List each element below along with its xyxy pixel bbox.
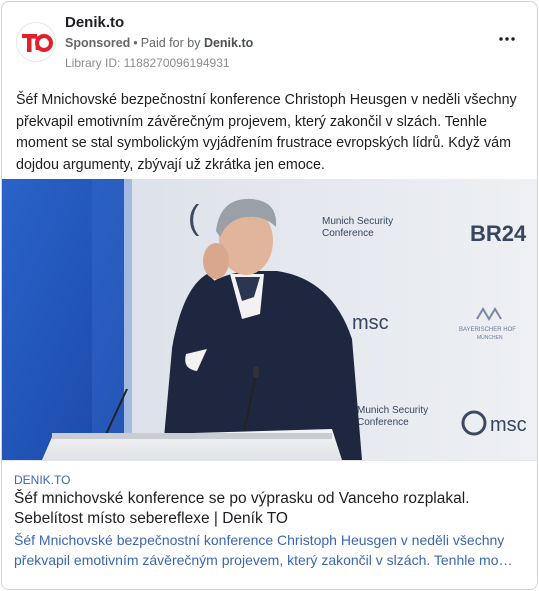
backdrop-text-1: Munich Security	[322, 216, 393, 227]
paid-for-by-label: Paid for by	[140, 36, 201, 50]
more-options-button[interactable]	[495, 30, 519, 48]
svg-text:(: (	[188, 199, 200, 237]
backdrop-text-4: Conference	[357, 417, 409, 428]
link-headline[interactable]: Šéf mnichovské konference se po výprasku…	[14, 489, 526, 529]
backdrop-msc-mid: msc	[352, 312, 389, 334]
link-preview[interactable]: DENIK.TO Šéf mnichovské konference se po…	[2, 460, 537, 589]
library-id: Library ID: 1188270096194931	[65, 56, 230, 70]
link-description-line-2: překvapil emotivním závěrečným projevem,…	[14, 552, 520, 568]
backdrop-bayerischer: BAYERISCHER HOF	[459, 327, 516, 333]
denik-to-logo-icon: T	[17, 23, 55, 61]
backdrop-text-3: Munich Security	[357, 405, 428, 416]
link-description: Šéf Mnichovské bezpečnostní konference C…	[14, 530, 526, 570]
speaker-photo: ( Munich Security Conference BR24 msc BA…	[2, 179, 537, 460]
backdrop-text-2: Conference	[322, 228, 374, 239]
page-avatar[interactable]: T	[16, 22, 56, 62]
link-description-line-1: Šéf Mnichovské bezpečnostní konference C…	[14, 532, 505, 548]
sponsored-line: Sponsored • Paid for by Denik.to	[65, 36, 253, 50]
backdrop-msc-right: msc	[490, 414, 527, 436]
sponsored-label: Sponsored	[65, 36, 131, 50]
backdrop-bayerischer-2: MÜNCHEN	[477, 334, 503, 341]
backdrop-br24: BR24	[470, 221, 527, 246]
more-horizontal-icon	[499, 37, 515, 41]
post-header: T Denik.to Sponsored • Paid for by Denik.t…	[2, 2, 537, 82]
ad-card: T Denik.to Sponsored • Paid for by Denik.t…	[1, 1, 538, 590]
post-photo[interactable]: ( Munich Security Conference BR24 msc BA…	[2, 179, 537, 460]
page-name[interactable]: Denik.to	[65, 14, 124, 31]
paid-for-by-name[interactable]: Denik.to	[204, 36, 253, 50]
meta-separator: •	[133, 36, 138, 50]
link-domain: DENIK.TO	[14, 473, 71, 487]
post-body-text: Šéf Mnichovské bezpečnostní konference C…	[16, 92, 517, 173]
